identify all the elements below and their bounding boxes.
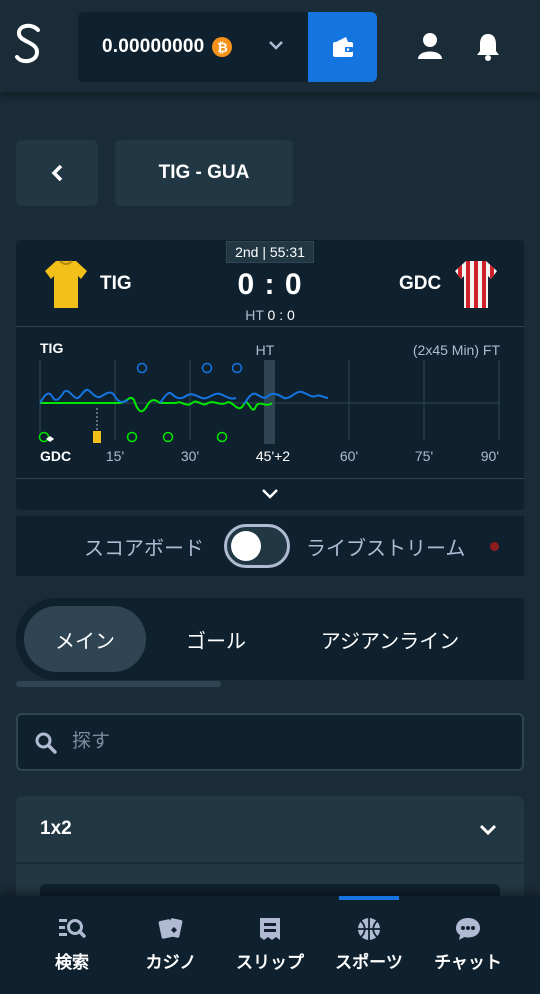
top-bar: 0.00000000 ₿ [0, 0, 540, 92]
away-event-marker [126, 431, 138, 443]
wallet-balance[interactable]: 0.00000000 ₿ [78, 12, 308, 82]
timeline-home-label: TIG [40, 340, 63, 356]
view-toggle-row: スコアボード ライブストリーム [16, 516, 524, 576]
yellow-card-icon [93, 431, 101, 443]
notifications-button[interactable] [474, 30, 502, 62]
away-team-name: GDC [399, 273, 442, 294]
home-pressure-line [39, 388, 329, 405]
active-nav-indicator [339, 896, 399, 900]
balance-amount: 0.00000000 [102, 36, 205, 57]
expand-chevron-icon[interactable] [260, 484, 280, 504]
nav-label: スポーツ [335, 953, 403, 972]
wallet-button[interactable] [308, 12, 377, 82]
away-event-marker [162, 431, 174, 443]
divider [16, 478, 524, 479]
nav-betslip[interactable]: スリップ [220, 916, 320, 973]
market-title: 1x2 [40, 818, 72, 839]
scoreboard: 2nd | 55:31 TIG 0 : 0 HT 0 : 0 GDC TIG H… [16, 240, 524, 510]
ht-label: HT [245, 307, 264, 323]
divider [16, 326, 524, 327]
half-time-score: HT 0 : 0 [216, 307, 324, 323]
match-timeline: TIG HT (2x45 Min) FT GDC 15' 30' 45'+2 6… [38, 340, 501, 464]
bell-icon [477, 34, 499, 61]
bitcoin-icon: ₿ [212, 37, 233, 57]
bottom-navigation: 検索 カジノ スリップ スポーツ チャット [0, 896, 540, 994]
cards-icon [158, 918, 183, 939]
away-jersey-icon [455, 261, 497, 308]
tabs-scrollbar[interactable] [16, 681, 221, 687]
search-input[interactable] [72, 725, 502, 759]
back-button[interactable] [16, 140, 98, 206]
period-badge: 2nd | 55:31 [226, 241, 314, 263]
nav-label: スリップ [236, 953, 304, 972]
livestream-label: ライブストリーム [306, 538, 466, 560]
away-event-marker [216, 431, 228, 443]
nav-search[interactable]: 検索 [22, 916, 122, 973]
timeline-ht-label: HT [256, 342, 275, 358]
timeline-away-label: GDC [40, 448, 71, 464]
nav-label: チャット [434, 953, 502, 972]
timeline-tick: 45'+2 [256, 448, 290, 464]
market-tabs: メイン ゴール アジアンライン [16, 598, 524, 680]
live-indicator-icon [490, 542, 499, 551]
timeline-tick: 15' [106, 448, 124, 464]
match-score: 0 : 0 [237, 268, 303, 301]
view-toggle-switch[interactable] [224, 524, 290, 568]
stake-logo[interactable] [12, 22, 44, 66]
away-event-marker [38, 431, 50, 443]
chevron-down-icon[interactable] [478, 822, 498, 838]
nav-label: カジノ [145, 953, 197, 972]
search-list-icon [59, 919, 86, 938]
home-event-marker [231, 362, 243, 374]
nav-casino[interactable]: カジノ [121, 916, 221, 973]
tab-goals[interactable]: ゴール [156, 606, 276, 672]
tab-main[interactable]: メイン [24, 606, 146, 672]
user-icon [418, 33, 442, 59]
half-time-band [264, 360, 275, 444]
home-team-name: TIG [100, 273, 132, 294]
match-title: TIG - GUA [115, 140, 293, 206]
market-search [16, 713, 524, 771]
scoreboard-label: スコアボード [84, 538, 204, 560]
home-event-marker [136, 362, 148, 374]
search-icon [35, 732, 57, 754]
chat-icon [456, 918, 480, 940]
basketball-icon [358, 918, 380, 940]
ht-score-value: 0 : 0 [267, 307, 295, 323]
timeline-tick: 60' [340, 448, 358, 464]
toggle-knob [231, 531, 261, 561]
timeline-format-label: (2x45 Min) FT [413, 342, 501, 358]
timeline-tick: 30' [181, 448, 199, 464]
timeline-tick: 75' [415, 448, 433, 464]
away-pressure-line [40, 396, 273, 413]
user-button[interactable] [416, 30, 444, 62]
betslip-icon [260, 918, 280, 940]
nav-chat[interactable]: チャット [418, 916, 518, 973]
home-event-marker [201, 362, 213, 374]
nav-label: 検索 [55, 953, 89, 972]
wallet-icon [332, 37, 353, 57]
chevron-down-icon [269, 41, 283, 50]
divider [16, 862, 524, 864]
home-jersey-icon [45, 260, 87, 308]
tab-asian-line[interactable]: アジアンライン [296, 606, 484, 672]
chevron-left-icon [51, 164, 63, 182]
timeline-tick: 90' [481, 448, 499, 464]
nav-sports[interactable]: スポーツ [319, 916, 419, 973]
